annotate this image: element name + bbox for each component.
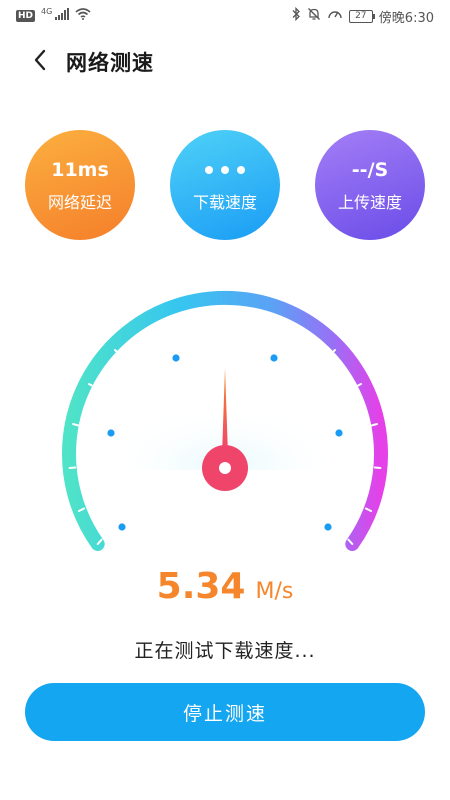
battery-indicator: 27 [348, 9, 375, 23]
status-bar: HD 4G 27 傍晚6:30 [0, 0, 450, 32]
speed-value: 5.34 [156, 566, 246, 607]
latency-value: 11ms [51, 159, 109, 181]
gauge-graphic [62, 290, 388, 551]
stop-test-button[interactable]: 停止测速 [25, 683, 425, 741]
latency-metric: 11ms 网络延迟 [25, 130, 135, 240]
loading-dot [205, 166, 213, 174]
gauge-hub-center [219, 462, 231, 474]
download-metric: 下载速度 [170, 130, 280, 240]
mute-bell-icon [307, 7, 321, 25]
loading-dot [237, 166, 245, 174]
back-button[interactable] [20, 42, 60, 82]
latency-label: 网络延迟 [47, 193, 112, 212]
upload-value: --/S [351, 159, 389, 181]
download-progress-dots [205, 157, 245, 183]
signal-icon [55, 8, 70, 24]
bluetooth-icon [291, 6, 301, 25]
chevron-left-icon [33, 49, 47, 75]
page-header: 网络测速 [0, 38, 450, 86]
page-title: 网络测速 [66, 51, 154, 75]
speedometer-icon [327, 7, 343, 25]
loading-dot [221, 166, 229, 174]
network-generation: 4G [41, 6, 53, 16]
speed-gauge [0, 290, 450, 570]
upload-label: 上传速度 [337, 193, 402, 212]
metrics-row: 11ms 网络延迟 下载速度 --/S 上传速度 [0, 130, 450, 242]
speed-readout: 5.34 M/s [0, 566, 450, 607]
hd-badge: HD [16, 10, 36, 22]
status-bar-left: HD 4G [16, 6, 91, 24]
status-bar-right: 27 傍晚6:30 [291, 6, 434, 26]
upload-metric: --/S 上传速度 [315, 130, 425, 240]
test-status-text: 正在测试下载速度... [134, 640, 316, 662]
clock: 傍晚6:30 [378, 10, 434, 26]
speed-unit: M/s [255, 579, 294, 604]
wifi-icon [75, 8, 91, 24]
download-label: 下载速度 [192, 193, 257, 212]
